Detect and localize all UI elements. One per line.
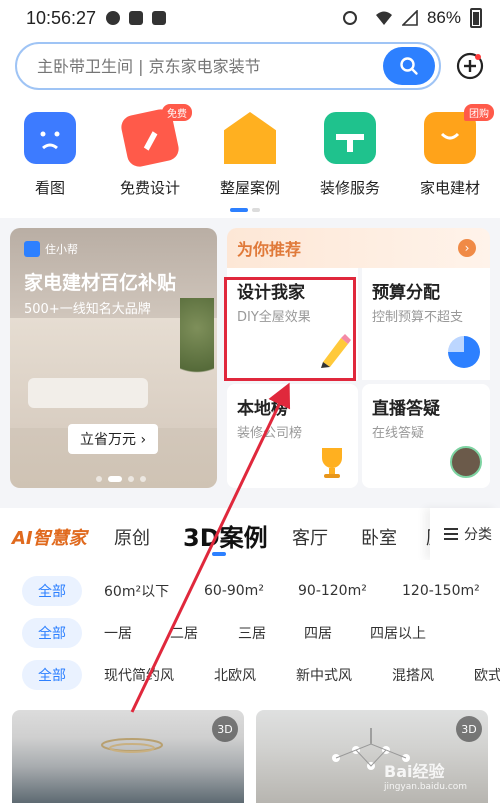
filter-chip-all[interactable]: 全部: [22, 618, 82, 648]
category-renovation-service[interactable]: 装修服务: [300, 112, 400, 198]
search-box[interactable]: [15, 42, 441, 90]
tab-original[interactable]: 原创: [114, 524, 150, 550]
filter-chip[interactable]: 90-120m²: [298, 576, 367, 606]
tab-bedroom[interactable]: 卧室: [361, 524, 397, 550]
active-tab-indicator: [212, 552, 226, 556]
free-tag: 免费: [162, 104, 192, 121]
message-icon: [106, 11, 121, 25]
filter-chip[interactable]: 新中式风: [296, 660, 352, 690]
card-title: 直播答疑: [372, 399, 440, 419]
filter-chip[interactable]: 三居: [238, 618, 266, 648]
card-subtitle: 装修公司榜: [237, 426, 303, 441]
filter-chip-all[interactable]: 全部: [22, 576, 82, 606]
highlight-box: [224, 277, 356, 381]
filter-chip[interactable]: 四居: [304, 618, 332, 648]
tab-3d-cases[interactable]: 3D案例: [183, 518, 268, 553]
category-label: 装修服务: [319, 179, 380, 197]
search-input[interactable]: [37, 56, 383, 76]
add-circle-icon[interactable]: [456, 52, 484, 80]
filter-chip-all[interactable]: 全部: [22, 660, 82, 690]
case-photo[interactable]: 3D: [12, 710, 244, 803]
main-content: 住小帮 家电建材百亿补贴 500+一线知名大品牌 立省万元 › 为你推荐 › 设…: [0, 218, 500, 803]
brand-logo: 住小帮: [24, 241, 78, 257]
chevron-right-icon[interactable]: ›: [458, 239, 476, 257]
filter-chip[interactable]: 现代简约风: [104, 660, 174, 690]
rooms-filter-row: 全部 一居 二居 三居 四居 四居以上: [0, 618, 500, 648]
watermark: Bai经验 jingyan.baidu.com: [384, 762, 468, 792]
category-menu-label: 分类: [464, 527, 492, 543]
sofa-decoration: [28, 378, 148, 408]
local-ranking-card[interactable]: 本地榜 装修公司榜: [227, 384, 358, 488]
battery-icon: [470, 8, 482, 28]
clock: 10:56:27: [26, 7, 97, 28]
filter-chip[interactable]: 欧式: [474, 660, 500, 690]
battery-percent: 86%: [426, 8, 461, 27]
toolbox-icon: [324, 112, 376, 164]
banner-subtitle: 500+一线知名大品牌: [24, 302, 151, 317]
category-menu-button[interactable]: 分类: [430, 508, 500, 560]
pie-chart-icon: [448, 336, 480, 368]
filter-chip[interactable]: 60m²以下: [104, 576, 169, 606]
alarm-icon: [342, 11, 357, 25]
avatar: [450, 446, 482, 478]
filter-chip[interactable]: 一居: [104, 618, 132, 648]
house-icon: [224, 112, 276, 164]
category-appliances-materials[interactable]: 团购 家电建材: [400, 104, 500, 198]
filter-chip[interactable]: 北欧风: [214, 660, 256, 690]
search-button[interactable]: [383, 47, 435, 85]
category-free-design[interactable]: 免费 免费设计: [100, 104, 200, 198]
group-buy-tag: 团购: [464, 104, 494, 121]
ceiling-lamp: [101, 738, 163, 753]
category-tabs: AI智慧家 原创 3D案例 客厅 卧室 厨 分类: [0, 508, 500, 560]
card-subtitle: 控制预算不超支: [372, 310, 464, 325]
mail-icon: [152, 11, 167, 25]
filter-chip[interactable]: 60-90m²: [204, 576, 264, 606]
3d-badge: 3D: [456, 716, 482, 742]
recommend-header[interactable]: 为你推荐 ›: [227, 228, 490, 268]
menu-icon: [444, 528, 458, 540]
signal-icon: [401, 10, 418, 26]
category-whole-house-cases[interactable]: 整屋案例: [200, 112, 300, 198]
wifi-icon: [375, 11, 392, 25]
filter-chip[interactable]: 120-150m²: [402, 576, 480, 606]
filter-chip[interactable]: 四居以上: [370, 618, 426, 648]
mail-icon: [129, 11, 144, 25]
promo-banner[interactable]: 住小帮 家电建材百亿补贴 500+一线知名大品牌 立省万元 ›: [10, 228, 217, 488]
status-bar: 10:56:27 86%: [0, 0, 500, 36]
category-bar: 看图 免费 免费设计 整屋案例 装修服务 团购 家电建材: [0, 100, 500, 218]
filter-chip[interactable]: 二居: [170, 618, 198, 648]
recommend-title: 为你推荐: [237, 240, 302, 259]
card-title: 预算分配: [372, 283, 440, 303]
budget-allocation-card[interactable]: 预算分配 控制预算不超支: [362, 268, 490, 380]
category-label: 整屋案例: [219, 179, 280, 197]
top-bar: [0, 36, 500, 100]
trophy-icon: [322, 448, 342, 478]
search-icon: [400, 57, 418, 75]
plant-decoration: [180, 298, 214, 398]
style-filter-row: 全部 现代简约风 北欧风 新中式风 混搭风 欧式: [0, 660, 500, 690]
category-label: 看图: [34, 179, 65, 197]
live-qa-card[interactable]: 直播答疑 在线答疑: [362, 384, 490, 488]
filter-panel: 全部 60m²以下 60-90m² 90-120m² 120-150m² 全部 …: [0, 560, 500, 700]
save-money-button[interactable]: 立省万元 ›: [68, 424, 159, 454]
category-look-pictures[interactable]: 看图: [0, 112, 100, 198]
tab-living-room[interactable]: 客厅: [292, 524, 328, 550]
3d-badge: 3D: [212, 716, 238, 742]
category-label: 家电建材: [419, 179, 480, 197]
banner-title: 家电建材百亿补贴: [24, 272, 177, 294]
card-subtitle: 在线答疑: [372, 426, 425, 441]
banner-page-indicator: [96, 476, 146, 482]
filter-chip[interactable]: 混搭风: [392, 660, 434, 690]
sad-face-icon: [24, 112, 76, 164]
category-page-indicator: [230, 208, 260, 212]
card-title: 本地榜: [237, 399, 288, 419]
tab-ai-smart-home[interactable]: AI智慧家: [12, 524, 87, 550]
area-filter-row: 全部 60m²以下 60-90m² 90-120m² 120-150m²: [0, 576, 500, 606]
category-label: 免费设计: [119, 179, 180, 197]
